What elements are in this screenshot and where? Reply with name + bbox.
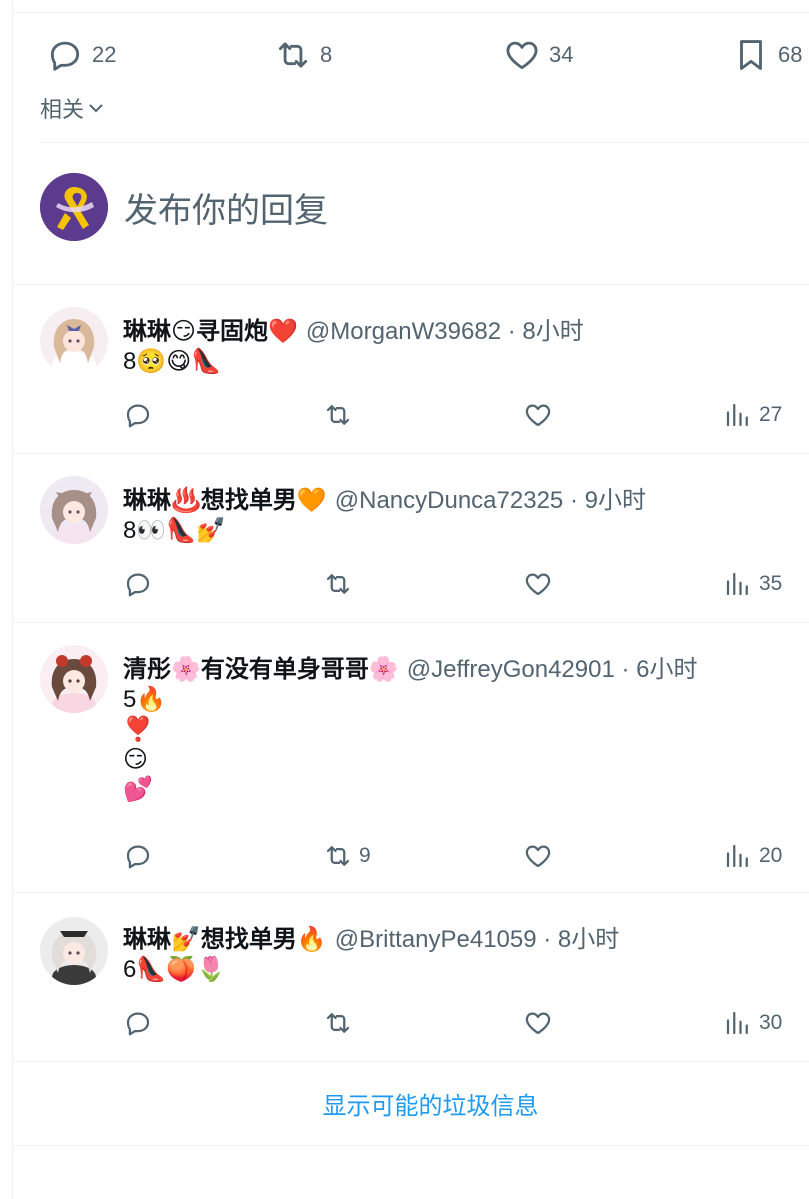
repost-icon (326, 405, 350, 425)
avatar[interactable] (40, 173, 108, 241)
show-spam-link[interactable]: 显示可能的垃圾信息 (323, 1086, 539, 1121)
tweet-action-bar: 22 8 34 68 (0, 30, 809, 80)
reply-header: 琳琳♨️想找单男🧡 @NancyDunca72325 · 9小时 (123, 480, 646, 515)
reply-composer: 发布你的回复 (40, 172, 809, 242)
anime-girl-avatar-icon (40, 307, 108, 375)
view-count: 30 (759, 1011, 783, 1034)
repost-count: 9 (359, 844, 371, 867)
analytics-icon (726, 572, 748, 596)
reply-button[interactable] (123, 567, 153, 601)
spam-row: 显示可能的垃圾信息 (12, 1062, 809, 1146)
avatar[interactable] (40, 476, 108, 544)
like-button[interactable] (523, 1006, 553, 1040)
divider (12, 12, 809, 13)
reply-text: 5🔥 ❣️ 😏 💕 (123, 686, 167, 803)
heart-icon (525, 404, 551, 427)
display-name[interactable]: 清彤🌸有没有单身哥哥🌸 (123, 649, 399, 684)
reply-action-bar: 27 (123, 398, 809, 432)
reply-button[interactable] (123, 1006, 153, 1040)
heart-icon (525, 573, 551, 596)
reply-action-bar: 35 (123, 567, 809, 601)
avatar[interactable] (40, 645, 108, 713)
view-count: 35 (759, 572, 783, 595)
reply-icon (126, 1012, 150, 1036)
repost-button[interactable] (323, 398, 353, 432)
reply-icon (50, 41, 80, 71)
reply-action-bar: 9 20 (123, 839, 809, 873)
handle-and-time[interactable]: @BrittanyPe41059 · 8小时 (335, 919, 620, 954)
reply-icon (126, 404, 150, 428)
reply-header: 琳琳😏寻固炮❤️ @MorganW39682 · 8小时 (123, 311, 584, 346)
yellow-ribbon-icon (40, 173, 108, 241)
reply-item[interactable]: 清彤🌸有没有单身哥哥🌸 @JeffreyGon42901 · 6小时 5🔥 ❣️… (12, 623, 809, 893)
like-button[interactable]: 34 (503, 30, 573, 80)
repost-icon (326, 574, 350, 594)
reply-header: 琳琳💅想找单男🔥 @BrittanyPe41059 · 8小时 (123, 919, 619, 954)
repost-icon (278, 42, 308, 68)
reply-input[interactable]: 发布你的回复 (124, 183, 328, 232)
heart-icon (525, 1012, 551, 1035)
reply-button[interactable]: 22 (46, 30, 116, 80)
bookmark-icon (740, 40, 762, 70)
reply-text: 8👀👠💅 (123, 517, 226, 544)
like-button[interactable] (523, 398, 553, 432)
handle-and-time[interactable]: @JeffreyGon42901 · 6小时 (407, 649, 698, 684)
reply-item[interactable]: 琳琳♨️想找单男🧡 @NancyDunca72325 · 9小时 8👀👠💅 35 (12, 454, 809, 623)
reply-button[interactable] (123, 839, 153, 873)
repost-button[interactable]: 8 (274, 30, 332, 80)
reply-text: 6👠🍑🌷 (123, 956, 226, 983)
like-button[interactable] (523, 839, 553, 873)
analytics-icon (726, 844, 748, 868)
related-label: 相关 (40, 97, 85, 122)
view-count: 20 (759, 844, 783, 867)
avatar[interactable] (40, 307, 108, 375)
repost-count: 8 (320, 42, 333, 67)
views-button[interactable]: 35 (723, 567, 782, 601)
analytics-icon (726, 403, 748, 427)
bookmark-button[interactable]: 68 (732, 30, 802, 80)
heart-icon (506, 41, 538, 70)
repost-button[interactable]: 9 (323, 839, 371, 873)
reply-icon (126, 573, 150, 597)
views-button[interactable]: 27 (723, 398, 782, 432)
repost-button[interactable] (323, 567, 353, 601)
display-name[interactable]: 琳琳😏寻固炮❤️ (123, 311, 298, 346)
reply-header: 清彤🌸有没有单身哥哥🌸 @JeffreyGon42901 · 6小时 (123, 649, 698, 684)
display-name[interactable]: 琳琳♨️想找单男🧡 (123, 480, 327, 515)
anime-girl-avatar-icon (40, 917, 108, 985)
handle-and-time[interactable]: @MorganW39682 · 8小时 (306, 311, 584, 346)
reply-action-bar: 30 (123, 1006, 809, 1040)
heart-icon (525, 845, 551, 868)
reply-item[interactable]: 琳琳😏寻固炮❤️ @MorganW39682 · 8小时 8🥺😋👠 27 (12, 285, 809, 454)
bookmark-count: 68 (778, 42, 803, 67)
handle-and-time[interactable]: @NancyDunca72325 · 9小时 (335, 480, 646, 515)
reply-item[interactable]: 琳琳💅想找单男🔥 @BrittanyPe41059 · 8小时 6👠🍑🌷 30 (12, 893, 809, 1062)
repost-icon (326, 1013, 350, 1033)
like-count: 34 (549, 42, 574, 67)
reply-text: 8🥺😋👠 (123, 348, 222, 375)
repost-icon (326, 846, 350, 866)
avatar[interactable] (40, 917, 108, 985)
views-button[interactable]: 30 (723, 1006, 782, 1040)
anime-girl-avatar-icon (40, 645, 108, 713)
analytics-icon (726, 1011, 748, 1035)
views-button[interactable]: 20 (723, 839, 782, 873)
reply-button[interactable] (123, 398, 153, 432)
chevron-down-icon (89, 104, 103, 113)
reply-icon (126, 845, 150, 869)
divider (40, 142, 809, 143)
view-count: 27 (759, 403, 783, 426)
reply-count: 22 (92, 42, 117, 67)
display-name[interactable]: 琳琳💅想找单男🔥 (123, 919, 327, 954)
repost-button[interactable] (323, 1006, 353, 1040)
anime-girl-avatar-icon (40, 476, 108, 544)
related-dropdown[interactable]: 相关 (40, 92, 106, 124)
like-button[interactable] (523, 567, 553, 601)
